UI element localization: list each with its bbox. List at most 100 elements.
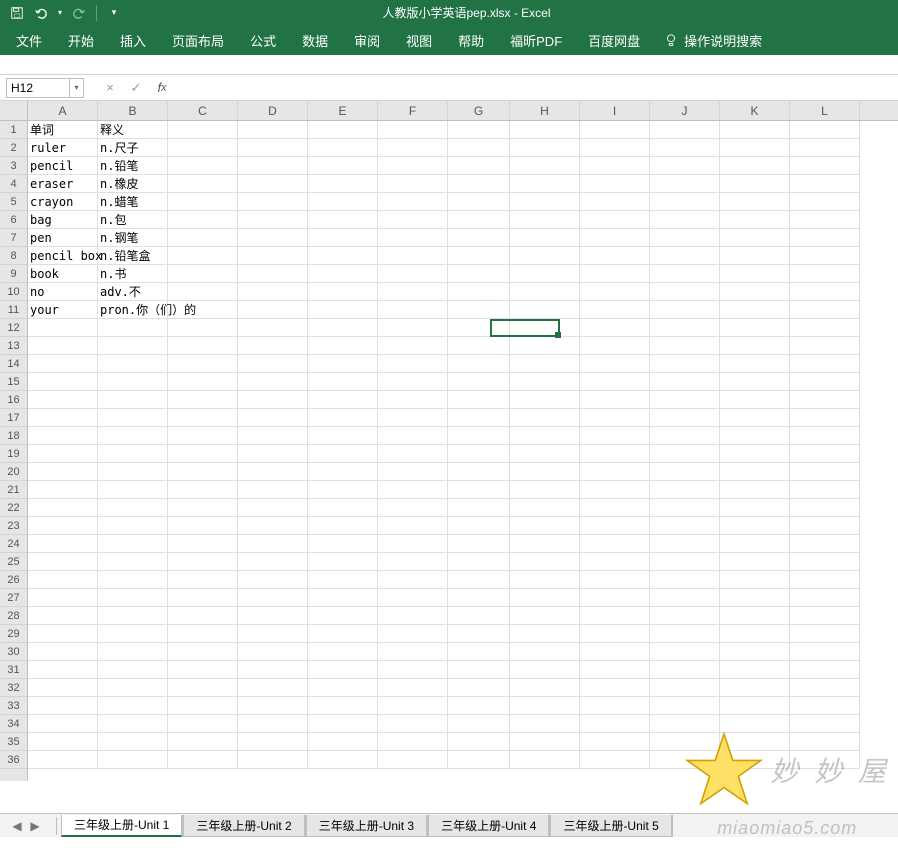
cell-L31[interactable] — [790, 661, 860, 679]
cell-L35[interactable] — [790, 733, 860, 751]
cell-B32[interactable] — [98, 679, 168, 697]
cell-F19[interactable] — [378, 445, 448, 463]
cell-I30[interactable] — [580, 643, 650, 661]
cell-A20[interactable] — [28, 463, 98, 481]
cell-D15[interactable] — [238, 373, 308, 391]
cell-G25[interactable] — [448, 553, 510, 571]
cell-C24[interactable] — [168, 535, 238, 553]
cell-E12[interactable] — [308, 319, 378, 337]
tab-review[interactable]: 审阅 — [352, 27, 382, 54]
row-header-24[interactable]: 24 — [0, 535, 27, 553]
cell-D18[interactable] — [238, 427, 308, 445]
row-header-29[interactable]: 29 — [0, 625, 27, 643]
row-header-5[interactable]: 5 — [0, 193, 27, 211]
row-header-34[interactable]: 34 — [0, 715, 27, 733]
col-header-B[interactable]: B — [98, 101, 168, 120]
cell-I35[interactable] — [580, 733, 650, 751]
row-header-21[interactable]: 21 — [0, 481, 27, 499]
cells-area[interactable]: 单词释义rulern.尺子penciln.铅笔erasern.橡皮crayonn… — [28, 121, 898, 769]
cell-A11[interactable]: your — [28, 301, 98, 319]
cell-F8[interactable] — [378, 247, 448, 265]
cell-K6[interactable] — [720, 211, 790, 229]
cell-E18[interactable] — [308, 427, 378, 445]
cell-E32[interactable] — [308, 679, 378, 697]
cell-A12[interactable] — [28, 319, 98, 337]
cell-F27[interactable] — [378, 589, 448, 607]
cell-F9[interactable] — [378, 265, 448, 283]
col-header-I[interactable]: I — [580, 101, 650, 120]
cell-F6[interactable] — [378, 211, 448, 229]
cell-J6[interactable] — [650, 211, 720, 229]
undo-icon[interactable] — [32, 4, 50, 22]
sheet-tab-2[interactable]: 三年级上册-Unit 3 — [306, 815, 427, 837]
cell-A24[interactable] — [28, 535, 98, 553]
cell-D19[interactable] — [238, 445, 308, 463]
cell-E34[interactable] — [308, 715, 378, 733]
cell-A18[interactable] — [28, 427, 98, 445]
sheet-nav-prev-icon[interactable]: ◀ — [10, 819, 24, 833]
cell-K8[interactable] — [720, 247, 790, 265]
cell-H16[interactable] — [510, 391, 580, 409]
cell-L24[interactable] — [790, 535, 860, 553]
cell-K4[interactable] — [720, 175, 790, 193]
cell-F17[interactable] — [378, 409, 448, 427]
cell-F30[interactable] — [378, 643, 448, 661]
cell-C17[interactable] — [168, 409, 238, 427]
cell-L16[interactable] — [790, 391, 860, 409]
cell-C16[interactable] — [168, 391, 238, 409]
cell-I6[interactable] — [580, 211, 650, 229]
cell-B20[interactable] — [98, 463, 168, 481]
cell-C10[interactable] — [168, 283, 238, 301]
cell-J27[interactable] — [650, 589, 720, 607]
col-header-K[interactable]: K — [720, 101, 790, 120]
cell-I1[interactable] — [580, 121, 650, 139]
col-header-A[interactable]: A — [28, 101, 98, 120]
cell-D9[interactable] — [238, 265, 308, 283]
cell-K2[interactable] — [720, 139, 790, 157]
cell-B6[interactable]: n.包 — [98, 211, 168, 229]
cell-J25[interactable] — [650, 553, 720, 571]
cell-G14[interactable] — [448, 355, 510, 373]
cell-G29[interactable] — [448, 625, 510, 643]
cell-I23[interactable] — [580, 517, 650, 535]
cell-B17[interactable] — [98, 409, 168, 427]
cell-K3[interactable] — [720, 157, 790, 175]
cell-L10[interactable] — [790, 283, 860, 301]
cell-B1[interactable]: 释义 — [98, 121, 168, 139]
cell-J16[interactable] — [650, 391, 720, 409]
cell-I20[interactable] — [580, 463, 650, 481]
row-header-32[interactable]: 32 — [0, 679, 27, 697]
cell-H24[interactable] — [510, 535, 580, 553]
cell-D12[interactable] — [238, 319, 308, 337]
cell-G5[interactable] — [448, 193, 510, 211]
cell-A14[interactable] — [28, 355, 98, 373]
row-header-20[interactable]: 20 — [0, 463, 27, 481]
cell-K9[interactable] — [720, 265, 790, 283]
cell-F14[interactable] — [378, 355, 448, 373]
cell-F29[interactable] — [378, 625, 448, 643]
cell-L32[interactable] — [790, 679, 860, 697]
cell-C6[interactable] — [168, 211, 238, 229]
cell-K23[interactable] — [720, 517, 790, 535]
cell-F32[interactable] — [378, 679, 448, 697]
cell-K1[interactable] — [720, 121, 790, 139]
row-header-25[interactable]: 25 — [0, 553, 27, 571]
cell-L9[interactable] — [790, 265, 860, 283]
cell-A28[interactable] — [28, 607, 98, 625]
cell-L21[interactable] — [790, 481, 860, 499]
cell-F7[interactable] — [378, 229, 448, 247]
cell-L4[interactable] — [790, 175, 860, 193]
row-header-2[interactable]: 2 — [0, 139, 27, 157]
cell-L33[interactable] — [790, 697, 860, 715]
cell-C29[interactable] — [168, 625, 238, 643]
cell-J8[interactable] — [650, 247, 720, 265]
cell-D10[interactable] — [238, 283, 308, 301]
tab-formulas[interactable]: 公式 — [248, 27, 278, 54]
cell-L30[interactable] — [790, 643, 860, 661]
cell-B11[interactable]: pron.你（们）的 — [98, 301, 168, 319]
cell-D5[interactable] — [238, 193, 308, 211]
cell-A31[interactable] — [28, 661, 98, 679]
cell-H10[interactable] — [510, 283, 580, 301]
cell-D33[interactable] — [238, 697, 308, 715]
cell-I34[interactable] — [580, 715, 650, 733]
